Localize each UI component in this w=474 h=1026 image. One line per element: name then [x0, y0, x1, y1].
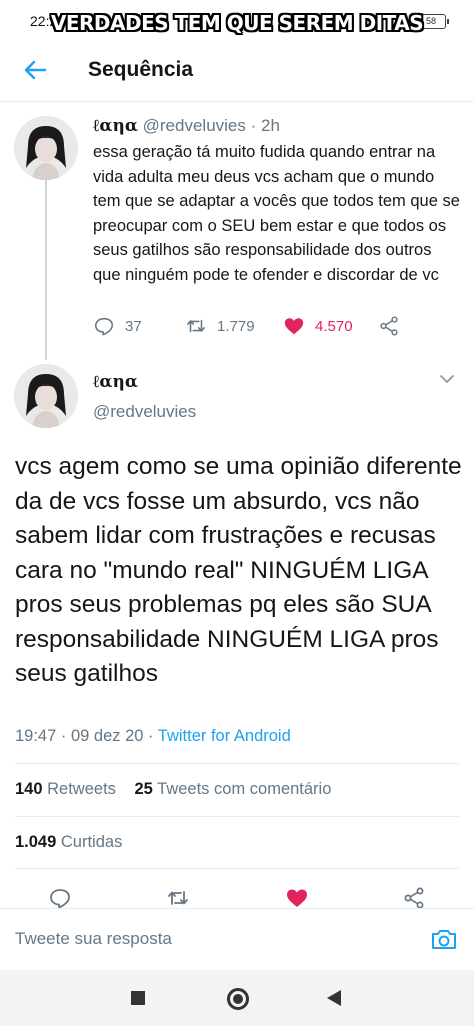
reply-input[interactable]: Tweete sua resposta — [15, 929, 172, 949]
retweets-stat[interactable]: 140 Retweets — [15, 780, 116, 798]
heart-icon — [287, 889, 307, 907]
reply-count: 37 — [125, 317, 142, 335]
camera-icon[interactable] — [430, 926, 458, 957]
page-title: Sequência — [88, 58, 194, 81]
back-arrow-icon[interactable] — [20, 55, 50, 85]
tweet-time[interactable]: 2h — [261, 116, 280, 135]
main-tweet-text: vcs agem como se uma opinião diferente d… — [15, 453, 462, 687]
retweet-button[interactable]: 1.779 — [185, 312, 255, 340]
share-icon — [404, 887, 424, 909]
parent-tweet-text: essa geração tá muito fudida quando entr… — [93, 143, 460, 284]
thread-connector — [45, 180, 47, 360]
tweet-metadata: 19:47 · 09 dez 20 · Twitter for Android — [15, 727, 291, 746]
divider — [15, 763, 459, 764]
retweet-label: Retweets — [47, 780, 116, 798]
tweet-source-link[interactable]: Twitter for Android — [158, 727, 291, 745]
quote-total: 25 — [134, 780, 153, 798]
main-tweet-actions — [0, 884, 474, 910]
avatar[interactable] — [14, 364, 78, 428]
like-total: 1.049 — [15, 833, 57, 851]
parent-tweet-actions: 37 1.779 4.570 — [93, 312, 463, 340]
likes-stat[interactable]: 1.049 Curtidas — [15, 833, 122, 852]
divider — [15, 868, 459, 869]
quote-tweets-stat[interactable]: 25 Tweets com comentário — [135, 780, 332, 798]
tweet-timestamp: 19:47 · 09 dez 20 · — [15, 727, 158, 745]
display-name[interactable]: ℓαηα — [93, 372, 138, 392]
retweet-count: 1.779 — [217, 317, 255, 335]
reply-button[interactable]: 37 — [93, 312, 142, 340]
retweet-icon — [186, 319, 206, 333]
overlay-caption: VERDADES TEM QUE SEREM DITAS — [50, 11, 424, 35]
engagement-stats: 140 Retweets 25 Tweets com comentário — [15, 780, 345, 799]
system-nav-bar — [0, 970, 474, 1026]
reply-icon — [50, 889, 70, 909]
app-header: Sequência — [0, 40, 474, 102]
nav-square-icon[interactable] — [130, 990, 146, 1011]
parent-tweet-header: ℓαηα @redveluvies · 2h — [93, 116, 280, 136]
heart-icon — [284, 318, 304, 335]
user-handle[interactable]: @redveluvies — [143, 116, 246, 135]
retweet-icon — [168, 891, 188, 905]
quote-label: Tweets com comentário — [157, 780, 332, 798]
like-count: 4.570 — [315, 317, 353, 335]
retweet-total: 140 — [15, 780, 43, 798]
avatar[interactable] — [14, 116, 78, 180]
like-button[interactable]: 4.570 — [283, 312, 353, 340]
share-button[interactable] — [378, 312, 400, 340]
separator-dot: · — [250, 116, 257, 135]
divider — [15, 816, 459, 817]
reply-bar: Tweete sua resposta — [0, 908, 474, 970]
share-icon — [380, 316, 398, 336]
nav-circle-icon[interactable] — [226, 987, 250, 1016]
display-name[interactable]: ℓαηα — [93, 116, 138, 136]
like-label: Curtidas — [60, 833, 123, 851]
reply-icon — [94, 317, 114, 336]
nav-back-triangle-icon[interactable] — [326, 989, 342, 1012]
chevron-down-icon[interactable] — [438, 372, 456, 390]
user-handle[interactable]: @redveluvies — [93, 402, 196, 422]
